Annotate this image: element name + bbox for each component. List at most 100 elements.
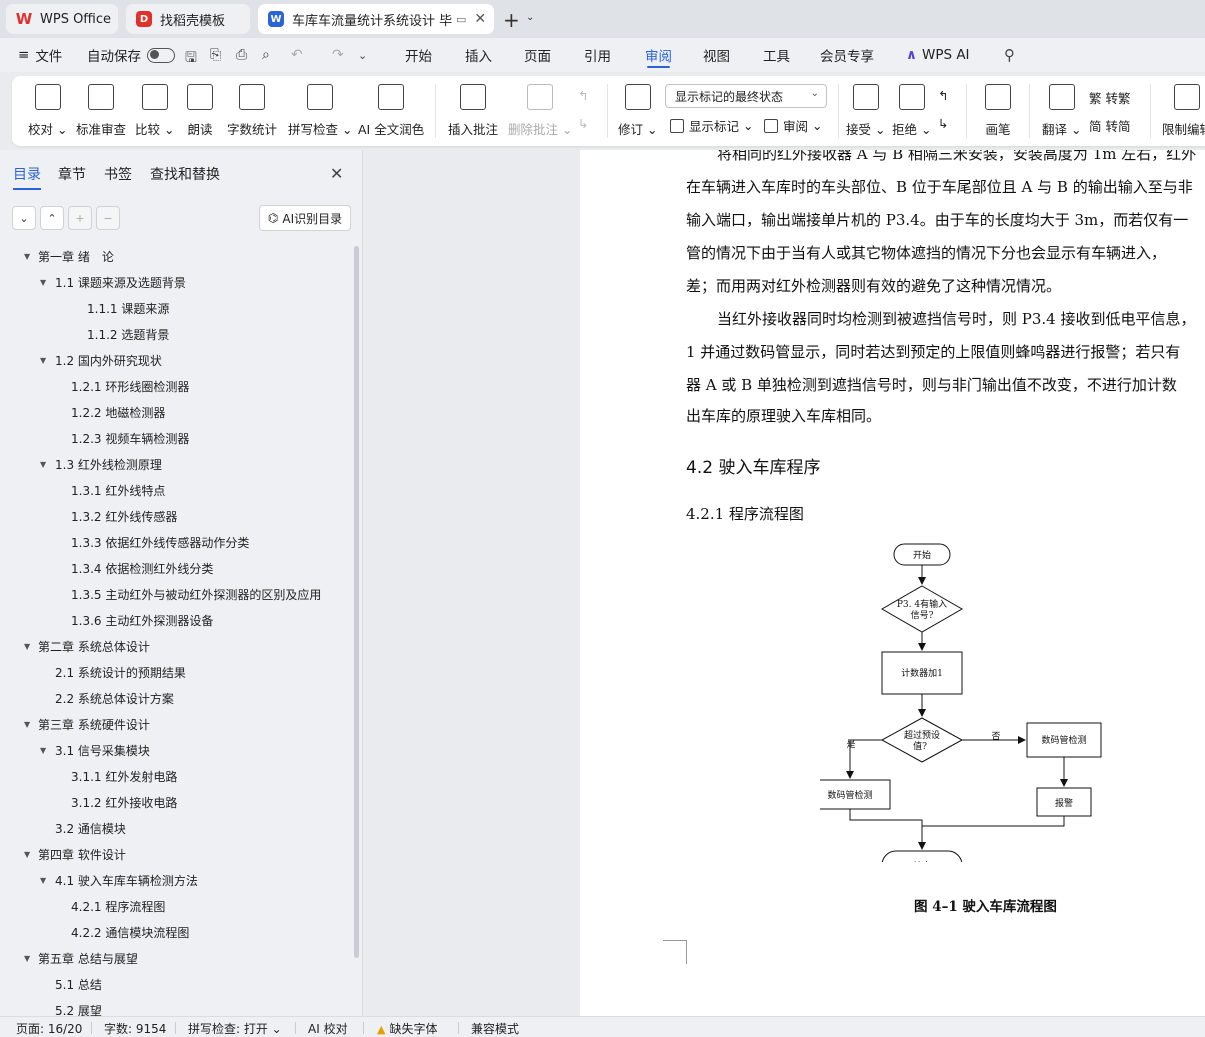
tab-document[interactable]: W 车库车流量统计系统设计 毕业 ▭ ✕ [258, 4, 494, 34]
print-icon[interactable]: ⎙ [236, 47, 247, 63]
toc-item[interactable]: 4.2.2 通信模块流程图 [71, 922, 189, 942]
toc-item[interactable]: 1.3.5 主动红外与被动红外探测器的区别及应用 [71, 584, 321, 604]
track-changes-button[interactable]: 修订 ⌄ [618, 76, 657, 146]
toc-item[interactable]: ▼ 3.1 信号采集模块 [40, 740, 150, 760]
page-indicator[interactable]: 页面: 16/20 [16, 1020, 82, 1037]
ai-proof-status[interactable]: AI 校对 [308, 1020, 348, 1037]
previous-change-icon[interactable]: ↰ [938, 88, 948, 103]
toc-item[interactable]: 1.3.2 红外线传感器 [71, 506, 177, 526]
expand-triangle-icon[interactable]: ▼ [40, 278, 46, 287]
compare-button[interactable]: 比较 ⌄ [135, 76, 174, 146]
toc-item[interactable]: 1.3.6 主动红外探测器设备 [71, 610, 213, 630]
toc-item[interactable]: ▼ 第四章 软件设计 [24, 844, 126, 864]
toc-item[interactable]: 1.1.1 课题来源 [87, 298, 169, 318]
add-heading-button[interactable]: + [68, 206, 92, 230]
accept-button[interactable]: 接受 ⌄ [846, 76, 885, 146]
expand-up-button[interactable]: ⌃ [40, 206, 64, 230]
toc-item[interactable]: 5.1 总结 [55, 974, 102, 994]
pen-button[interactable]: 画笔 [985, 76, 1011, 146]
toc-item[interactable]: 3.1.1 红外发射电路 [71, 766, 177, 786]
tab-wps-office[interactable]: W WPS Office [6, 4, 118, 34]
toc-item[interactable]: 1.2.3 视频车辆检测器 [71, 428, 189, 448]
expand-triangle-icon[interactable]: ▼ [40, 356, 46, 365]
toc-scrollbar[interactable] [354, 246, 359, 958]
proofread-button[interactable]: 校对 ⌄ [28, 76, 67, 146]
tab-templates[interactable]: D 找稻壳模板 [126, 4, 250, 34]
expand-triangle-icon[interactable]: ▼ [24, 850, 30, 859]
ai-polish-button[interactable]: AI 全文润色 [358, 76, 424, 146]
to-simplified-button[interactable]: 简 转简 [1089, 116, 1131, 135]
toc-item[interactable]: 5.2 展望 [55, 1000, 102, 1017]
expand-triangle-icon[interactable]: ▼ [24, 954, 30, 963]
previous-comment-icon[interactable]: ↰ [578, 88, 588, 103]
spell-check-status[interactable]: 拼写检查: 打开 ⌄ [188, 1020, 282, 1037]
std-review-button[interactable]: 标准审查 [76, 76, 126, 146]
menu-view[interactable]: 视图 [703, 38, 730, 72]
toc-item[interactable]: 3.2 通信模块 [55, 818, 126, 838]
toc-item[interactable]: 4.2.1 程序流程图 [71, 896, 165, 916]
expand-triangle-icon[interactable]: ▼ [24, 720, 30, 729]
to-traditional-button[interactable]: 繁 转繁 [1089, 88, 1131, 107]
tab-sections[interactable]: 章节 [58, 164, 86, 184]
ai-toc-button[interactable]: ⌬ AI识别目录 [259, 205, 351, 231]
next-change-icon[interactable]: ↳ [938, 116, 948, 131]
word-count-status[interactable]: 字数: 9154 [104, 1020, 166, 1037]
spell-check-button[interactable]: 拼写检查 ⌄ [288, 76, 352, 146]
expand-triangle-icon[interactable]: ▼ [40, 876, 46, 885]
menu-page[interactable]: 页面 [524, 38, 551, 72]
toc-item[interactable]: 1.3.3 依据红外线传感器动作分类 [71, 532, 249, 552]
insert-comment-button[interactable]: 插入批注 [448, 76, 498, 146]
toc-item[interactable]: ▼ 1.1 课题来源及选题背景 [40, 272, 186, 292]
autosave-toggle[interactable]: 自动保存 [87, 38, 175, 72]
undo-icon[interactable]: ↶ [291, 47, 303, 63]
toc-item[interactable]: ▼ 第一章 绪 论 [24, 246, 114, 266]
redo-icon[interactable]: ↷ [332, 47, 344, 63]
expand-triangle-icon[interactable]: ▼ [24, 642, 30, 651]
word-count-button[interactable]: 字数统计 [227, 76, 277, 146]
toc-item[interactable]: ▼ 第二章 系统总体设计 [24, 636, 150, 656]
toc-item[interactable]: ▼ 4.1 驶入车库车辆检测方法 [40, 870, 198, 890]
tab-toc[interactable]: 目录 [13, 164, 41, 190]
toc-item[interactable]: 2.1 系统设计的预期结果 [55, 662, 186, 682]
toc-item[interactable]: 1.2.2 地磁检测器 [71, 402, 165, 422]
menu-references[interactable]: 引用 [584, 38, 611, 72]
share-icon[interactable]: ⎘ [210, 47, 221, 63]
remove-heading-button[interactable]: − [96, 206, 120, 230]
toc-item[interactable]: 1.3.1 红外线特点 [71, 480, 165, 500]
menu-home[interactable]: 开始 [405, 38, 432, 72]
translate-button[interactable]: 翻译 ⌄ [1042, 76, 1081, 146]
new-tab-icon[interactable]: + [503, 8, 520, 32]
document-page[interactable]: 将相同的红外接收器 A 与 B 相隔三米安装，安装高度为 1m 左右，红外 在车辆… [580, 150, 1205, 1016]
menu-insert[interactable]: 插入 [465, 38, 492, 72]
menu-member[interactable]: 会员专享 [820, 38, 874, 72]
search-icon[interactable]: ⚲ [1004, 46, 1015, 64]
display-markup-button[interactable]: 显示标记 ⌄ [670, 116, 753, 135]
toc-item[interactable]: ▼ 1.2 国内外研究现状 [40, 350, 162, 370]
toc-item[interactable]: ▼ 第三章 系统硬件设计 [24, 714, 150, 734]
print-preview-icon[interactable]: ⌕ [262, 47, 270, 63]
save-icon[interactable]: 🖫 [185, 47, 197, 71]
menu-wps-ai[interactable]: ∧ WPS AI [906, 38, 970, 72]
toc-item[interactable]: ▼ 第五章 总结与展望 [24, 948, 138, 968]
delete-comment-button[interactable]: 删除批注 ⌄ [508, 76, 572, 146]
menu-review[interactable]: 审阅 [645, 38, 672, 72]
tab-find-replace[interactable]: 查找和替换 [150, 164, 220, 184]
toc-item[interactable]: 2.2 系统总体设计方案 [55, 688, 174, 708]
toc-item[interactable]: 3.1.2 红外接收电路 [71, 792, 177, 812]
chevron-down-icon[interactable]: ⌄ [526, 12, 534, 23]
expand-triangle-icon[interactable]: ▼ [40, 746, 46, 755]
next-comment-icon[interactable]: ↳ [578, 116, 588, 131]
menu-tools[interactable]: 工具 [763, 38, 790, 72]
collapse-all-button[interactable]: ⌄ [12, 206, 36, 230]
tab-bookmarks[interactable]: 书签 [104, 164, 132, 184]
read-aloud-button[interactable]: 朗读 [187, 76, 213, 146]
reject-button[interactable]: 拒绝 ⌄ [892, 76, 931, 146]
missing-font-status[interactable]: ▲ 缺失字体 [377, 1020, 437, 1037]
expand-triangle-icon[interactable]: ▼ [40, 460, 46, 469]
chevron-down-icon[interactable]: ⌄ [358, 49, 367, 62]
monitor-icon[interactable]: ▭ [456, 13, 466, 26]
toc-item[interactable]: 1.1.2 选题背景 [87, 324, 169, 344]
toc-item[interactable]: 1.2.1 环形线圈检测器 [71, 376, 189, 396]
close-tab-icon[interactable]: ✕ [474, 11, 486, 27]
file-menu[interactable]: ≡ 文件 [18, 38, 62, 72]
